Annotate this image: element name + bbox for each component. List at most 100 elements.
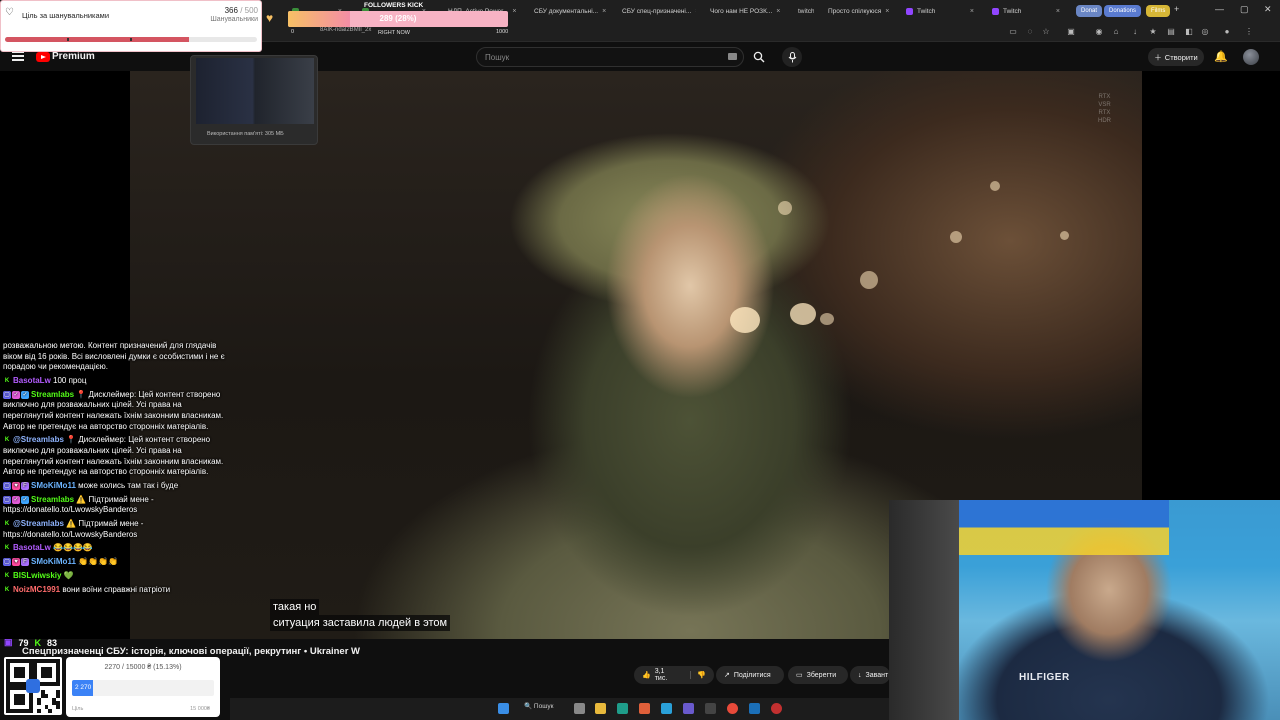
obs-icon[interactable] [771,703,782,714]
browser-tab[interactable]: twitch× [786,2,814,20]
new-tab-icon[interactable]: + [1174,4,1179,14]
maximize-icon[interactable]: ▢ [1240,4,1249,15]
twitch-viewers-icon: ▣ [4,637,13,647]
tab-favicon-icon [906,7,913,15]
windows-start-icon[interactable] [498,703,509,714]
chat-message: K BasotaLw 100 проц [3,376,228,387]
bookmark-pill[interactable]: Films [1146,5,1171,17]
keyboard-icon[interactable] [728,53,737,60]
tab-close-icon[interactable]: × [602,8,606,15]
extensions-icon[interactable]: ▣ [1066,26,1076,36]
sub2-badge-icon: F [21,481,29,490]
ext-icon-6[interactable]: ◎ [1200,26,1210,36]
ver-badge-icon: ✓ [21,495,29,504]
profile-icon[interactable]: ● [1222,26,1232,36]
ext-icon-1[interactable]: ◉ [1094,26,1104,36]
chat-username[interactable]: SMoKiMo11 [31,481,78,490]
ext-icon-5[interactable]: ◧ [1184,26,1194,36]
ukrainian-flag [949,500,1169,555]
mod-badge-icon: ▢ [3,558,11,567]
chat-username[interactable]: BasotaLw [13,543,53,552]
chat-username[interactable]: SMoKiMo11 [31,557,78,566]
followers-kick-min: 0 [291,29,295,35]
user-avatar[interactable] [1243,49,1259,65]
telegram-icon[interactable] [661,703,672,714]
tab-label: twitch [798,7,814,15]
browser-menu-icon[interactable]: ⋮ [1244,26,1254,36]
tab-close-icon[interactable]: × [512,8,516,15]
chat-username[interactable]: BasotaLw [13,376,53,385]
tab-label: Twitch [917,7,936,15]
youtube-logo-icon[interactable] [36,52,50,62]
browser-tab[interactable]: Чого нам НЕ РОЗК... × [698,2,782,20]
kick-heart-icon: ♥ [266,11,274,25]
taskbar-search[interactable]: 🔍 Пошук [524,702,554,710]
tab-favicon-icon [992,7,999,15]
search-button[interactable] [748,47,770,67]
ext-icon-3[interactable]: ★ [1148,26,1158,36]
tab-close-icon[interactable]: × [970,8,974,15]
tab-close-icon[interactable]: × [776,8,780,15]
chat-username[interactable]: NoizMC1991 [13,585,62,594]
chat-badges: ▢ ✓ ✓ [3,390,29,399]
chat-username[interactable]: Streamlabs [31,390,76,399]
create-button[interactable]: ＋ Створити [1148,48,1204,66]
tab-label: Twitch [1003,7,1022,15]
chat-badges: ▢ ♥ F [3,481,29,490]
tab-label: СБУ документальні... [534,7,599,15]
chat-username[interactable]: @Streamlabs [13,519,66,528]
chat-text: розважальною метою. Контент призначений … [3,341,225,372]
goal-marker [130,38,132,41]
close-window-icon[interactable]: ✕ [1264,4,1272,15]
sub-badge-icon: ♥ [12,558,20,567]
download-button[interactable]: ↓ Завант [850,666,890,684]
tab-close-icon[interactable]: × [1056,8,1060,15]
plus-icon: ＋ [1154,52,1162,62]
task-view-icon[interactable] [574,703,585,714]
url-text: 8AIK-ndal2BMIl_2x [320,27,372,33]
chrome-icon[interactable] [727,703,738,714]
chat-username[interactable]: @Streamlabs [13,435,66,444]
save-button[interactable]: ▭ Зберегти [788,666,848,684]
ext-icon-4[interactable]: ▤ [1166,26,1176,36]
edge-icon[interactable] [617,703,628,714]
browser-tab[interactable]: СБУ спец-призначені...× [610,2,696,20]
browser-tab[interactable]: Twitch × [984,2,1068,20]
chat-username[interactable]: BISLwiwskiy [13,571,64,580]
bookmark-star-icon[interactable]: ☆ [1041,26,1051,36]
browser-tab[interactable]: СБУ документальні... × [522,2,608,20]
tab-label: СБУ спец-призначені... [622,7,692,15]
bookmark-pill[interactable]: Donat [1076,5,1103,17]
app-icon[interactable] [683,703,694,714]
voice-search-button[interactable] [782,47,802,67]
like-button[interactable]: 👍 3,1 тис. 👎 [634,666,714,684]
webcam-overlay: HILFIGER [889,500,1280,720]
share-icon: ↗ [724,672,730,679]
download-icon[interactable]: ↓ [1130,26,1140,36]
kick-badge-icon: K [4,377,10,384]
firefox-icon[interactable] [639,703,650,714]
youtube-brand[interactable]: Premium [52,51,95,62]
minimize-icon[interactable]: — [1215,4,1224,14]
file-explorer-icon[interactable] [595,703,606,714]
donation-goal-track [72,680,214,696]
notifications-bell-icon[interactable]: 🔔 [1214,50,1228,63]
hamburger-menu-icon[interactable] [12,51,24,61]
app-icon-2[interactable] [705,703,716,714]
tab-close-icon[interactable]: × [885,8,889,15]
chat-text: 100 проц [53,375,87,385]
browser-tab[interactable]: Twitch × [898,2,982,20]
steam-icon[interactable] [749,703,760,714]
chat-username[interactable]: Streamlabs [31,495,76,504]
cast-icon[interactable]: ▭ [1008,26,1018,36]
bookmark-pill[interactable]: Donations [1104,5,1142,17]
ext-icon-2[interactable]: ⌂ [1111,26,1121,36]
search-input[interactable]: Пошук [476,47,744,67]
browser-tab[interactable]: Просто спілкуюся × [816,2,896,20]
thumbs-down-icon[interactable]: 👎 [690,671,706,679]
tab-close-icon[interactable]: × [695,8,696,15]
mod-badge-icon: ▢ [3,390,11,399]
share-button[interactable]: ↗ Поділитися [716,666,784,684]
tab-label: Просто спілкуюся [828,7,882,15]
eye-off-icon[interactable]: ◌ [1025,26,1035,36]
